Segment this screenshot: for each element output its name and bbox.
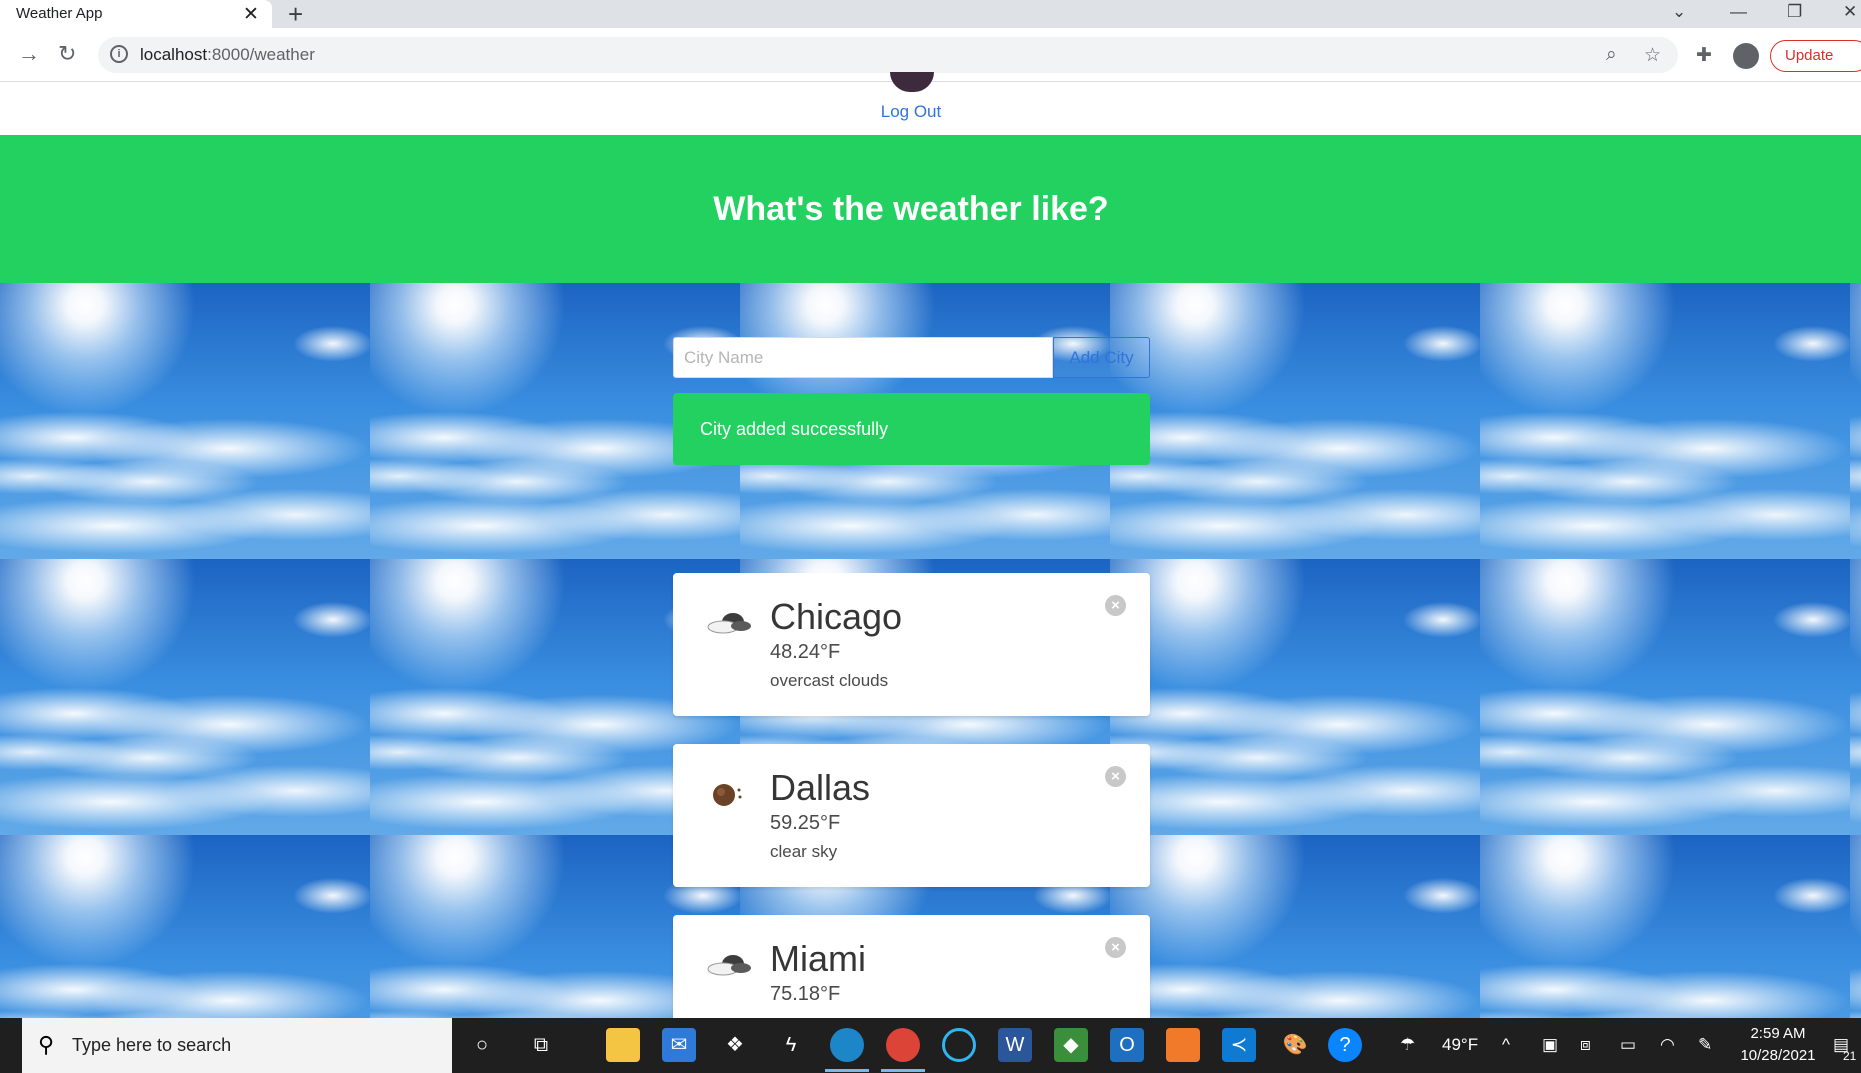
outlook-icon[interactable]: O	[1110, 1028, 1144, 1062]
umbrella-weather-icon[interactable]: ☂	[1400, 1035, 1415, 1055]
page-title: What's the weather like?	[713, 190, 1109, 228]
reload-icon[interactable]: ↻	[58, 41, 76, 67]
windows-taskbar: ⚲ Type here to search ○ ⧉ ✉ ❖ ϟ W ◆ O ≺ …	[0, 1018, 1861, 1073]
city-temperature: 48.24°F	[770, 641, 841, 663]
zoom-icon[interactable]: ⌕	[1606, 44, 1617, 66]
city-card: Chicago 48.24°F overcast clouds ×	[673, 573, 1150, 716]
city-temperature: 75.18°F	[770, 983, 841, 1005]
cortana-icon[interactable]: ○	[465, 1028, 499, 1062]
hero-banner: What's the weather like?	[0, 135, 1861, 283]
chrome-icon[interactable]	[886, 1028, 920, 1062]
delete-city-button[interactable]: ×	[1105, 937, 1126, 958]
tab-title: Weather App	[16, 5, 103, 22]
taskbar-search-placeholder: Type here to search	[72, 1035, 232, 1055]
success-notification: City added successfully	[673, 393, 1150, 465]
taskbar-clock[interactable]: 2:59 AM 10/28/2021	[1728, 1023, 1828, 1067]
taskbar-weather-temp[interactable]: 49°F	[1442, 1035, 1478, 1055]
weather-description: overcast clouds	[770, 671, 889, 690]
app-orange-icon[interactable]	[1166, 1028, 1200, 1062]
app-bolt-icon[interactable]: ϟ	[774, 1028, 808, 1062]
edge-active-indicator	[825, 1069, 869, 1072]
word-icon[interactable]: W	[998, 1028, 1032, 1062]
battery-icon[interactable]: ▭	[1620, 1035, 1636, 1055]
meet-now-icon[interactable]: ▣	[1542, 1035, 1558, 1055]
cloud-icon	[707, 613, 751, 634]
pen-icon[interactable]: ✎	[1698, 1035, 1712, 1055]
paint-icon[interactable]: 🎨	[1278, 1028, 1312, 1062]
task-view-icon[interactable]: ⧉	[524, 1028, 558, 1062]
close-window-icon[interactable]: ✕	[1843, 2, 1857, 22]
close-tab-icon[interactable]: ✕	[243, 3, 259, 26]
city-temperature: 59.25°F	[770, 812, 841, 834]
city-name: Chicago	[770, 596, 903, 637]
taskbar-search-box[interactable]: ⚲ Type here to search	[22, 1018, 452, 1073]
add-city-form: Add City	[673, 337, 1150, 378]
extensions-icon[interactable]: ✚	[1696, 44, 1712, 67]
forward-icon[interactable]: →	[18, 41, 40, 67]
site-info-icon[interactable]: i	[110, 45, 128, 63]
tray-expand-icon[interactable]: ^	[1502, 1035, 1510, 1055]
alexa-icon[interactable]	[942, 1028, 976, 1062]
notification-count: 21	[1843, 1049, 1857, 1063]
page-navbar: Log Out	[0, 72, 1861, 135]
clock-time: 2:59 AM	[1750, 1025, 1806, 1042]
url-text: localhost:8000/weather	[140, 45, 315, 64]
profile-picture	[890, 72, 934, 92]
delete-city-button[interactable]: ×	[1105, 595, 1126, 616]
edge-icon[interactable]	[830, 1028, 864, 1062]
sourcetree-icon[interactable]: ◆	[1054, 1028, 1088, 1062]
url-field[interactable]: i localhost:8000/weather ⌕ ☆	[98, 37, 1678, 73]
logout-link[interactable]: Log Out	[0, 102, 1822, 122]
sun-icon	[713, 784, 742, 806]
browser-tab-bar: Weather App ✕ + ⌄ — ❐ ✕	[0, 0, 1861, 28]
clock-date: 10/28/2021	[1740, 1047, 1816, 1064]
chrome-active-indicator	[881, 1069, 925, 1072]
city-card: Dallas 59.25°F clear sky ×	[673, 744, 1150, 887]
add-city-button[interactable]: Add City	[1053, 337, 1150, 378]
new-tab-icon[interactable]: +	[288, 0, 303, 28]
minimize-icon[interactable]: —	[1730, 2, 1747, 22]
profile-avatar[interactable]	[1733, 43, 1759, 69]
vscode-icon[interactable]: ≺	[1222, 1028, 1256, 1062]
bookmark-star-icon[interactable]: ☆	[1644, 44, 1661, 67]
cloud-icon	[707, 955, 751, 976]
file-explorer-icon[interactable]	[606, 1028, 640, 1062]
search-icon: ⚲	[38, 1032, 55, 1057]
help-icon[interactable]: ?	[1328, 1028, 1362, 1062]
city-name-input[interactable]	[673, 337, 1053, 378]
browser-tab[interactable]: Weather App ✕	[0, 0, 272, 28]
update-button[interactable]: Update	[1770, 40, 1861, 72]
delete-city-button[interactable]: ×	[1105, 766, 1126, 787]
weather-description: clear sky	[770, 842, 838, 861]
restore-icon[interactable]: ❐	[1787, 2, 1802, 22]
city-name: Miami	[770, 938, 866, 979]
city-name: Dallas	[770, 767, 871, 808]
tab-search-icon[interactable]: ⌄	[1672, 2, 1686, 22]
dropbox-icon[interactable]: ❖	[718, 1028, 752, 1062]
display-icon[interactable]: ⧈	[1580, 1035, 1591, 1055]
wifi-icon[interactable]: ◠	[1660, 1035, 1675, 1055]
mail-icon[interactable]: ✉	[662, 1028, 696, 1062]
